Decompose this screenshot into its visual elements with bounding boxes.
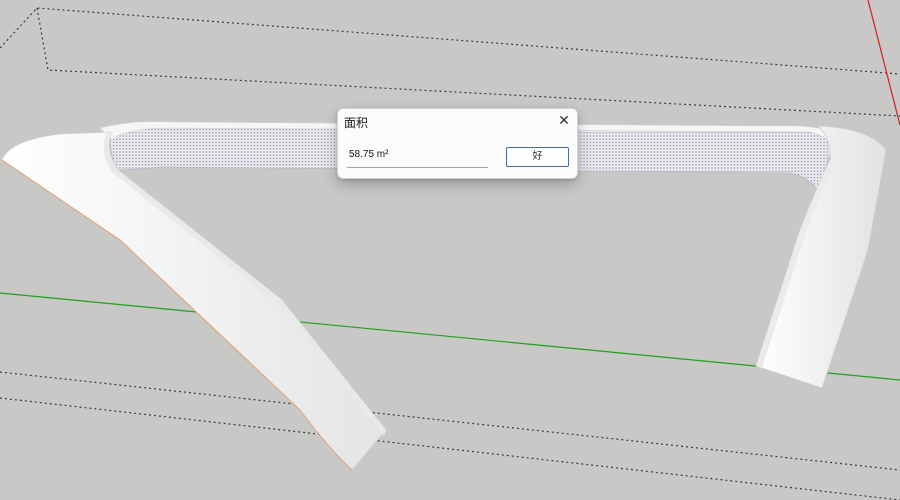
close-icon[interactable]: ✕ — [555, 112, 573, 130]
ok-button[interactable]: 好 — [506, 147, 569, 167]
viewport-canvas — [0, 0, 900, 500]
left-arm — [1, 131, 387, 471]
left-arm-edge — [1, 159, 353, 471]
3d-viewport[interactable] — [0, 0, 900, 500]
area-value: 58.75 m² — [349, 149, 389, 160]
area-dialog: 面积 ✕ 58.75 m² 好 — [337, 108, 578, 179]
area-value-field[interactable]: 58.75 m² — [347, 147, 488, 168]
red-axis — [867, 0, 900, 126]
dialog-title: 面积 — [344, 116, 369, 130]
dialog-titlebar[interactable]: 面积 ✕ — [338, 109, 577, 134]
